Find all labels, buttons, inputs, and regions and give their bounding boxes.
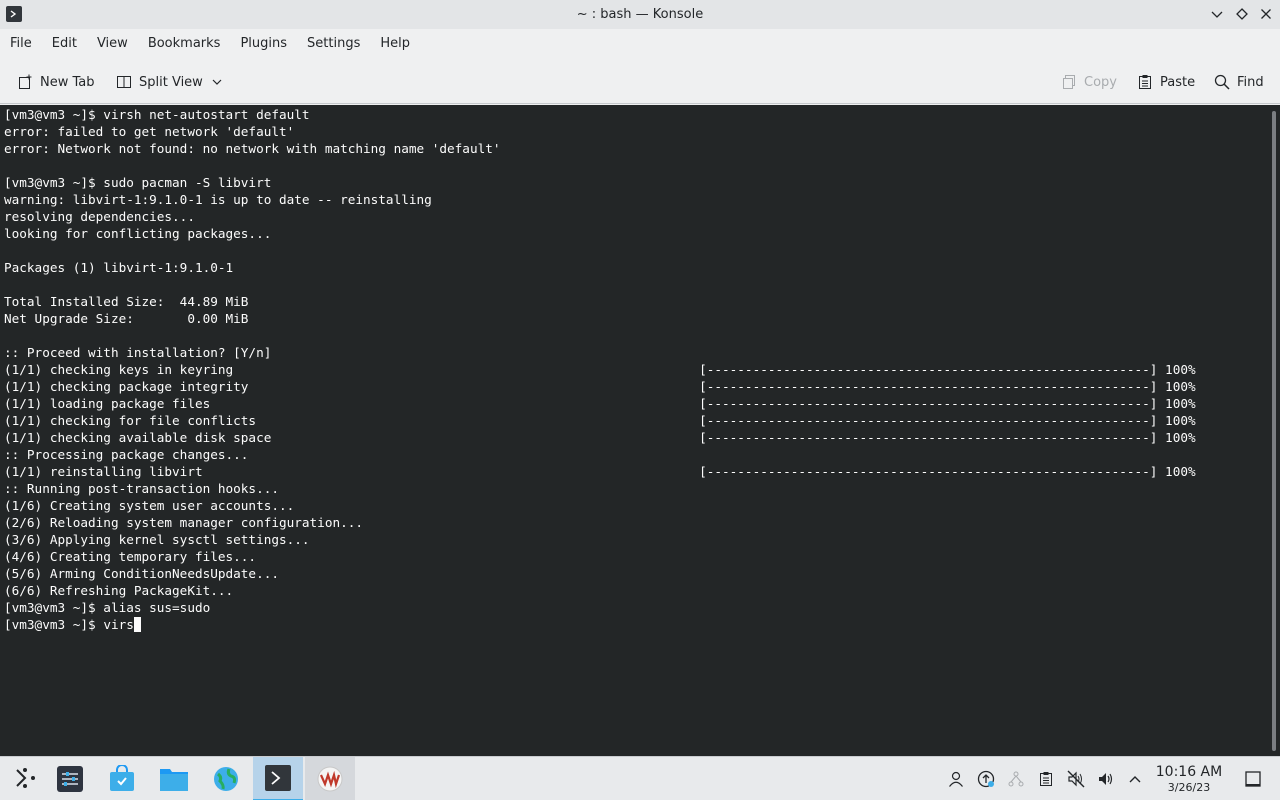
chevron-down-icon — [1211, 11, 1223, 18]
terminal-line: [vm3@vm3 ~]$ alias sus=sudo — [4, 600, 211, 615]
menu-settings[interactable]: Settings — [297, 29, 370, 59]
terminal-scrollbar[interactable] — [1268, 105, 1280, 756]
chevron-down-icon[interactable] — [212, 77, 222, 87]
paste-icon — [1136, 73, 1154, 91]
virt-manager-icon — [317, 766, 343, 792]
window-title: ~ : bash — Konsole — [576, 7, 704, 22]
split-view-icon — [115, 73, 133, 91]
terminal-line: looking for conflicting packages... — [4, 226, 272, 241]
scrollbar-thumb[interactable] — [1272, 111, 1276, 751]
terminal-line: (1/1) checking available disk space [---… — [4, 430, 1196, 445]
minimize-button[interactable] — [1208, 5, 1226, 23]
terminal-line: error: Network not found: no network wit… — [4, 141, 501, 156]
command-input[interactable]: virs — [103, 617, 134, 632]
menu-bookmarks[interactable]: Bookmarks — [138, 29, 231, 59]
text-cursor — [133, 617, 141, 632]
terminal-line: (6/6) Refreshing PackageKit... — [4, 583, 234, 598]
virt-manager-taskbar-button[interactable] — [305, 757, 355, 800]
close-icon — [1261, 9, 1271, 19]
split-view-label: Split View — [139, 74, 203, 90]
find-button[interactable]: Find — [1213, 70, 1264, 94]
terminal-line: (2/6) Reloading system manager configura… — [4, 515, 364, 530]
new-tab-icon — [16, 73, 34, 91]
volume-icon[interactable] — [1096, 769, 1116, 789]
menu-help[interactable]: Help — [370, 29, 420, 59]
terminal-line: (3/6) Applying kernel sysctl settings... — [4, 532, 310, 547]
web-browser-icon[interactable] — [201, 757, 251, 800]
terminal-prompt-line[interactable]: [vm3@vm3 ~]$ virs — [4, 616, 1196, 633]
terminal-line: (1/1) checking for file conflicts [-----… — [4, 413, 1196, 428]
clock-time: 10:16 AM — [1155, 764, 1223, 780]
user-icon[interactable] — [946, 769, 966, 789]
konsole-taskbar-button[interactable] — [253, 757, 303, 800]
network-icon[interactable] — [1006, 769, 1026, 789]
terminal-line: [vm3@vm3 ~]$ sudo pacman -S libvirt — [4, 175, 272, 190]
terminal-line: :: Processing package changes... — [4, 447, 249, 462]
diamond-icon — [1236, 8, 1248, 20]
terminal-line: (4/6) Creating temporary files... — [4, 549, 257, 564]
terminal-line: (1/6) Creating system user accounts... — [4, 498, 295, 513]
discover-store-icon[interactable] — [97, 757, 147, 800]
terminal-line: Net Upgrade Size: 0.00 MiB — [4, 311, 249, 326]
audio-muted-icon[interactable] — [1066, 769, 1086, 789]
terminal-output: [vm3@vm3 ~]$ virsh net-autostart default… — [4, 106, 1196, 633]
terminal-line: (1/1) loading package files [-----------… — [4, 396, 1196, 411]
terminal-line: warning: libvirt-1:9.1.0-1 is up to date… — [4, 192, 432, 207]
updates-icon[interactable] — [976, 769, 996, 789]
paste-button[interactable]: Paste — [1136, 70, 1195, 94]
terminal-line: resolving dependencies... — [4, 209, 195, 224]
clipboard-icon[interactable] — [1036, 769, 1056, 789]
find-label: Find — [1237, 74, 1264, 90]
menu-file[interactable]: File — [0, 29, 42, 59]
terminal-line: (1/1) reinstalling libvirt [------------… — [4, 464, 1196, 479]
file-manager-icon[interactable] — [149, 757, 199, 800]
paste-label: Paste — [1160, 74, 1196, 90]
terminal-line: :: Running post-transaction hooks... — [4, 481, 279, 496]
maximize-button[interactable] — [1233, 5, 1251, 23]
system-settings-icon[interactable] — [45, 757, 95, 800]
menu-plugins[interactable]: Plugins — [230, 29, 297, 59]
close-button[interactable] — [1257, 5, 1275, 23]
terminal-line: Total Installed Size: 44.89 MiB — [4, 294, 249, 309]
application-launcher-icon[interactable] — [0, 757, 50, 800]
copy-icon — [1060, 73, 1078, 91]
copy-button[interactable]: Copy — [1060, 70, 1117, 94]
terminal-view[interactable]: [vm3@vm3 ~]$ virsh net-autostart default… — [0, 105, 1280, 756]
copy-label: Copy — [1084, 74, 1117, 90]
digital-clock[interactable]: 10:16 AM 3/26/23 — [1150, 764, 1228, 795]
new-tab-label: New Tab — [40, 74, 95, 90]
terminal-line: (1/1) checking package integrity [------… — [4, 379, 1196, 394]
new-tab-button[interactable]: New Tab — [16, 70, 95, 94]
menu-bar: File Edit View Bookmarks Plugins Setting… — [0, 29, 1280, 59]
terminal-line: (5/6) Arming ConditionNeedsUpdate... — [4, 566, 279, 581]
window-titlebar[interactable]: ~ : bash — Konsole — [0, 0, 1280, 29]
clock-date: 3/26/23 — [1167, 781, 1211, 794]
terminal-line: error: failed to get network 'default' — [4, 124, 295, 139]
expand-tray-icon[interactable] — [1125, 769, 1145, 789]
menu-edit[interactable]: Edit — [42, 29, 87, 59]
terminal-line: [vm3@vm3 ~]$ virsh net-autostart default — [4, 107, 310, 122]
taskbar: 10:16 AM 3/26/23 — [0, 756, 1280, 800]
toolbar: New Tab Split View Copy Paste Find — [0, 59, 1280, 104]
terminal-line: :: Proceed with installation? [Y/n] — [4, 345, 272, 360]
split-view-button[interactable]: Split View — [115, 70, 222, 94]
search-icon — [1213, 73, 1231, 91]
terminal-line: (1/1) checking keys in keyring [--------… — [4, 362, 1196, 377]
menu-view[interactable]: View — [87, 29, 138, 59]
terminal-line: Packages (1) libvirt-1:9.1.0-1 — [4, 260, 234, 275]
konsole-icon — [265, 765, 291, 791]
shell-prompt: [vm3@vm3 ~]$ — [4, 617, 104, 632]
show-desktop-icon[interactable] — [1243, 769, 1263, 789]
